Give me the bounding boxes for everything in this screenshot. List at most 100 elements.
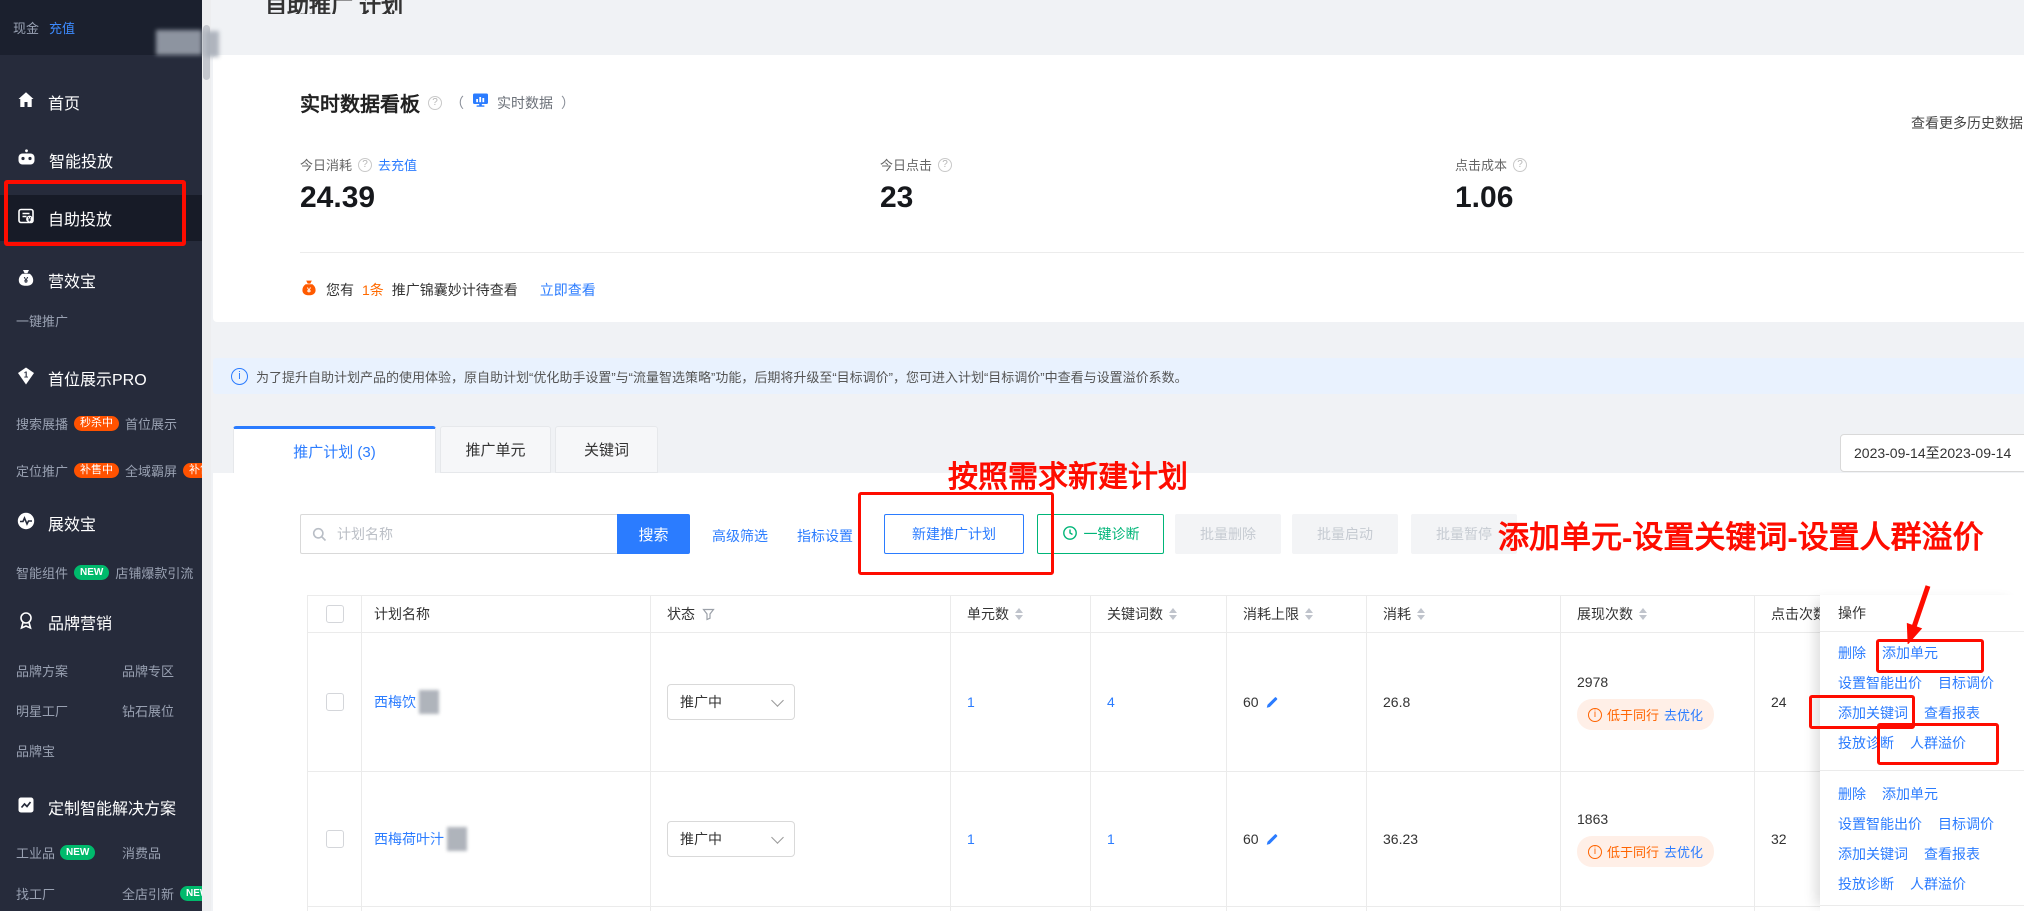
sidebar-link-domain-screen[interactable]: 全域霸屏 (125, 461, 177, 480)
view-report-action[interactable]: 查看报表 (1924, 703, 1980, 723)
medal-icon (16, 610, 36, 635)
crowd-premium-action[interactable]: 人群溢价 (1910, 874, 1966, 894)
sidebar-item-smart-delivery[interactable]: 智能投放 (0, 137, 202, 183)
delivery-diagnose-action[interactable]: 投放诊断 (1838, 874, 1894, 894)
status-cell (651, 907, 951, 911)
sidebar-link-store-renew[interactable]: 全店引新 (122, 884, 174, 903)
chevron-down-icon (771, 831, 784, 844)
search-button[interactable]: 搜索 (617, 514, 690, 554)
sidebar-sub-row: 明星工厂 钻石展位 (0, 692, 202, 728)
diamond-icon: 1 (16, 366, 36, 391)
help-icon[interactable]: ? (1513, 158, 1527, 172)
optimize-link[interactable]: 去优化 (1664, 842, 1703, 861)
help-icon[interactable]: ? (428, 96, 442, 110)
delete-action[interactable]: 删除 (1838, 784, 1866, 804)
page-title: 自助推广 计划 (265, 0, 685, 14)
batch-start-button[interactable]: 批量启动 (1292, 514, 1398, 554)
plan-name-link[interactable]: 西梅荷叶汁 (374, 829, 444, 849)
status-select[interactable]: 推广中 (667, 684, 795, 720)
sidebar-link-diamond-booth[interactable]: 钻石展位 (122, 701, 174, 720)
batch-delete-button[interactable]: 批量删除 (1175, 514, 1281, 554)
keywords-count-link[interactable]: 1 (1107, 831, 1115, 847)
row-checkbox[interactable] (326, 693, 344, 711)
batch-pause-button[interactable]: 批量暂停 (1411, 514, 1517, 554)
spend-cell (1367, 907, 1561, 911)
select-all-cell (308, 596, 362, 633)
help-icon[interactable]: ? (358, 158, 372, 172)
plan-name-link[interactable]: 西梅饮 (374, 692, 416, 712)
units-cell (951, 907, 1091, 911)
sidebar-link-consumer[interactable]: 消费品 (122, 843, 161, 862)
stopwatch-icon (1062, 525, 1078, 544)
sidebar-link-onekey-promo[interactable]: 一键推广 (16, 311, 68, 330)
select-all-checkbox[interactable] (326, 605, 344, 623)
sidebar-item-yingxiaobao[interactable]: ¥ 营效宝 (0, 257, 202, 303)
smart-bid-action[interactable]: 设置智能出价 (1838, 673, 1922, 693)
view-now-link[interactable]: 立即查看 (540, 280, 596, 300)
optimize-link[interactable]: 去优化 (1664, 705, 1703, 724)
sort-icon[interactable] (1639, 608, 1647, 620)
sidebar-item-custom-solutions[interactable]: 定制智能解决方案 (0, 784, 202, 830)
row-checkbox[interactable] (326, 830, 344, 848)
sidebar-link-find-factory[interactable]: 找工厂 (16, 884, 55, 903)
sidebar-link-industrial[interactable]: 工业品 (16, 843, 55, 862)
new-badge: NEW (180, 886, 202, 901)
tab-keywords[interactable]: 关键词 (555, 426, 658, 473)
sidebar-sub-row: 品牌方案 品牌专区 (0, 652, 202, 688)
sidebar-item-brand-marketing[interactable]: 品牌营销 (0, 599, 202, 645)
tab-promo-plans[interactable]: 推广计划 (3) (233, 426, 436, 473)
sidebar-link-position-promo[interactable]: 定位推广 (16, 461, 68, 480)
add-keyword-action[interactable]: 添加关键词 (1838, 844, 1908, 864)
sort-icon[interactable] (1417, 608, 1425, 620)
sidebar-item-home[interactable]: 首页 (0, 79, 202, 125)
sidebar-item-top-display-pro[interactable]: 1 首位展示PRO (0, 355, 202, 401)
tab-promo-units[interactable]: 推广单元 (440, 426, 551, 473)
target-adjust-action[interactable]: 目标调价 (1938, 673, 1994, 693)
sidebar-sub-row: 搜索展播 秒杀中 首位展示 (0, 405, 202, 441)
sidebar-item-zhanxiaobao[interactable]: 展效宝 (0, 500, 202, 546)
banner-text: 为了提升自助计划产品的使用体验，原自助计划“优化助手设置”与“流量智选策略”功能… (256, 367, 1188, 386)
filter-icon[interactable] (702, 608, 715, 621)
new-plan-button[interactable]: 新建推广计划 (884, 514, 1024, 554)
add-unit-action[interactable]: 添加单元 (1882, 643, 1938, 663)
advanced-filter-link[interactable]: 高级筛选 (712, 526, 768, 546)
col-header-budget: 消耗上限 (1227, 596, 1367, 633)
metric-settings-link[interactable]: 指标设置 (797, 526, 853, 546)
keywords-count-link[interactable]: 4 (1107, 694, 1115, 710)
realtime-dashboard-card: 实时数据看板 ? （ 实时数据 ） 查看更多历史数据 今日消耗 ? 去充值 24… (213, 55, 2024, 322)
sort-icon[interactable] (1305, 608, 1313, 620)
target-adjust-action[interactable]: 目标调价 (1938, 814, 1994, 834)
delivery-diagnose-action[interactable]: 投放诊断 (1838, 733, 1894, 753)
view-history-link[interactable]: 查看更多历史数据 (1911, 113, 2023, 133)
add-unit-action[interactable]: 添加单元 (1882, 784, 1938, 804)
help-icon[interactable]: ? (938, 158, 952, 172)
sidebar-link-star-factory[interactable]: 明星工厂 (16, 701, 68, 720)
one-key-diagnose-button[interactable]: 一键诊断 (1037, 514, 1164, 554)
crowd-premium-action[interactable]: 人群溢价 (1910, 733, 1966, 753)
delete-action[interactable]: 删除 (1838, 643, 1866, 663)
sidebar-link-brand-plan[interactable]: 品牌方案 (16, 661, 68, 680)
view-report-action[interactable]: 查看报表 (1924, 844, 1980, 864)
sidebar-link-brand-bao[interactable]: 品牌宝 (16, 741, 55, 760)
plan-name-input[interactable] (300, 514, 617, 554)
units-count-link[interactable]: 1 (967, 831, 975, 847)
sidebar-link-hot-item-traffic[interactable]: 店铺爆款引流 (115, 563, 193, 582)
edit-pencil-icon[interactable] (1265, 832, 1279, 846)
new-badge: NEW (74, 565, 109, 580)
sidebar-item-self-delivery[interactable]: ¥ 自助投放 (0, 195, 202, 241)
sort-icon[interactable] (1015, 608, 1023, 620)
sidebar-link-top-display[interactable]: 首位展示 (125, 414, 177, 433)
add-keyword-action[interactable]: 添加关键词 (1838, 703, 1908, 723)
sidebar-link-brand-zone[interactable]: 品牌专区 (122, 661, 174, 680)
status-select[interactable]: 推广中 (667, 821, 795, 857)
edit-pencil-icon[interactable] (1265, 695, 1279, 709)
go-recharge-link[interactable]: 去充值 (378, 155, 417, 174)
sort-icon[interactable] (1169, 608, 1177, 620)
units-count-link[interactable]: 1 (967, 694, 975, 710)
units-cell: 1 (951, 633, 1091, 772)
sidebar-link-search-display[interactable]: 搜索展播 (16, 414, 68, 433)
date-range-picker[interactable]: 2023-09-14至2023-09-14 (1840, 434, 2024, 472)
smart-bid-action[interactable]: 设置智能出价 (1838, 814, 1922, 834)
sidebar-link-smart-component[interactable]: 智能组件 (16, 563, 68, 582)
recharge-link[interactable]: 充值 (49, 18, 75, 37)
